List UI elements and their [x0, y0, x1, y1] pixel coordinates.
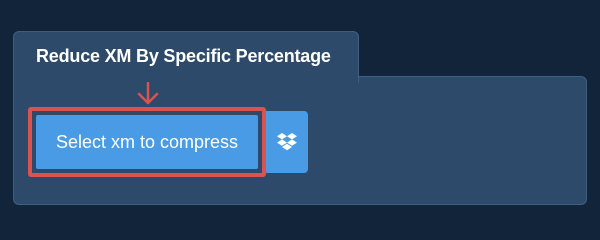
- tab-title: Reduce XM By Specific Percentage: [36, 46, 331, 66]
- dropbox-icon: [277, 133, 297, 151]
- dropbox-button[interactable]: [266, 111, 308, 173]
- tool-tab: Reduce XM By Specific Percentage: [13, 31, 359, 83]
- select-file-button[interactable]: Select xm to compress: [36, 115, 258, 169]
- arrow-down-icon: [137, 82, 159, 105]
- select-button-highlight: Select xm to compress: [28, 107, 266, 177]
